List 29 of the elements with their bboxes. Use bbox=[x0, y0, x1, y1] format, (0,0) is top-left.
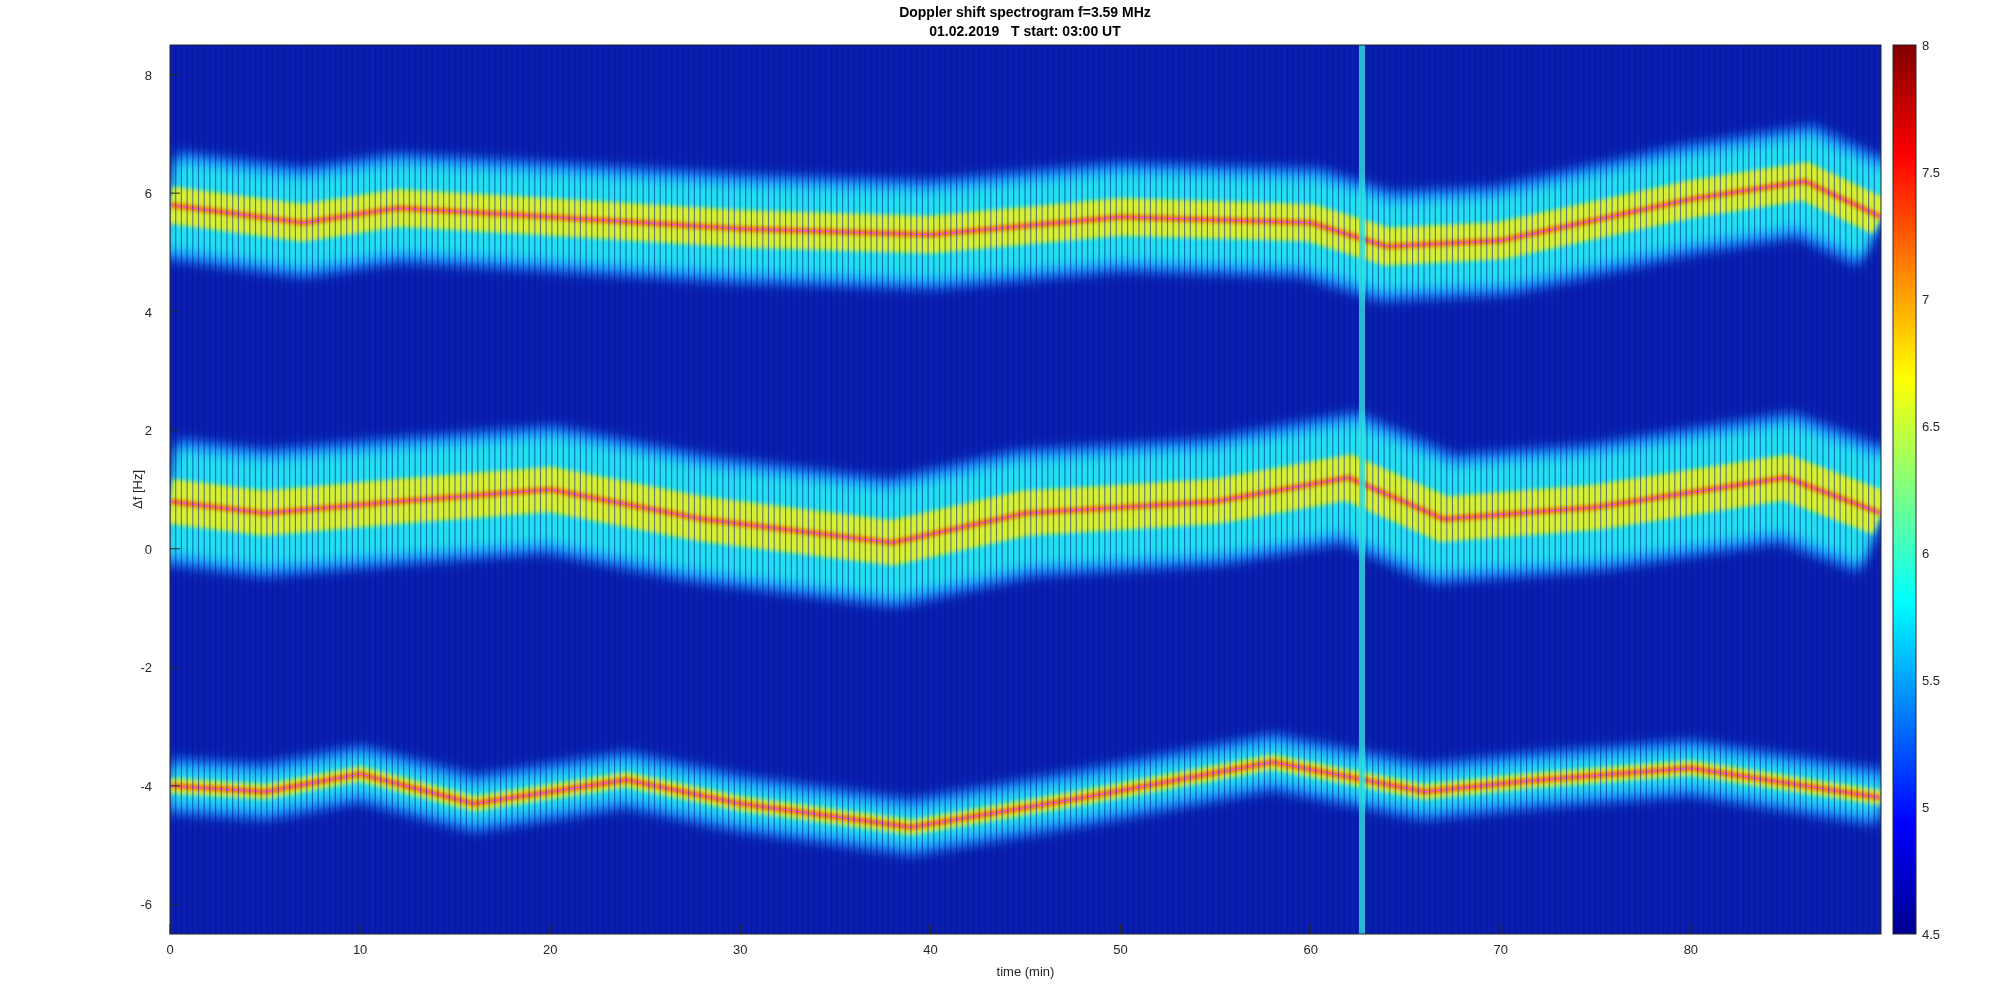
colorbar-tick-label: 4.5 bbox=[1922, 927, 1941, 942]
tick-label: 4 bbox=[144, 304, 152, 320]
tick-label: 6 bbox=[144, 186, 152, 202]
tick-label: 80 bbox=[1683, 942, 1699, 957]
tick-label: 2 bbox=[144, 423, 152, 439]
axis-label: time (min) bbox=[996, 964, 1055, 979]
colorbar-tick-label: 7 bbox=[1922, 292, 1930, 307]
tick-label: 8 bbox=[144, 67, 152, 83]
colorbar-tick-label: 7.5 bbox=[1922, 165, 1941, 180]
tick-label: 0 bbox=[166, 942, 174, 957]
tick-label: 60 bbox=[1303, 942, 1318, 957]
colorbar-tick-label: 6 bbox=[1922, 546, 1930, 561]
chart-title: Doppler shift spectrogram f=3.59 MHz bbox=[899, 4, 1151, 20]
colorbar-tick-label: 8 bbox=[1922, 38, 1930, 53]
tick-label: 0 bbox=[144, 541, 152, 557]
tick-label: -2 bbox=[140, 660, 152, 676]
axis-label: Δf [Hz] bbox=[130, 470, 145, 509]
chart-title: 01.02.2019 T start: 03:00 UT bbox=[929, 23, 1121, 39]
colorbar-tick-label: 5.5 bbox=[1922, 673, 1941, 688]
tick-label: 40 bbox=[923, 942, 938, 957]
colorbar-tick-label: 6.5 bbox=[1922, 419, 1941, 434]
tick-label: 20 bbox=[543, 942, 558, 957]
tick-label: 30 bbox=[733, 942, 748, 957]
tick-label: 50 bbox=[1113, 942, 1128, 957]
tick-label: -6 bbox=[140, 897, 152, 913]
colorbar-tick-label: 5 bbox=[1922, 800, 1930, 815]
tick-label: 70 bbox=[1493, 942, 1508, 957]
tick-label: -4 bbox=[140, 778, 152, 794]
tick-label: 10 bbox=[352, 942, 368, 957]
